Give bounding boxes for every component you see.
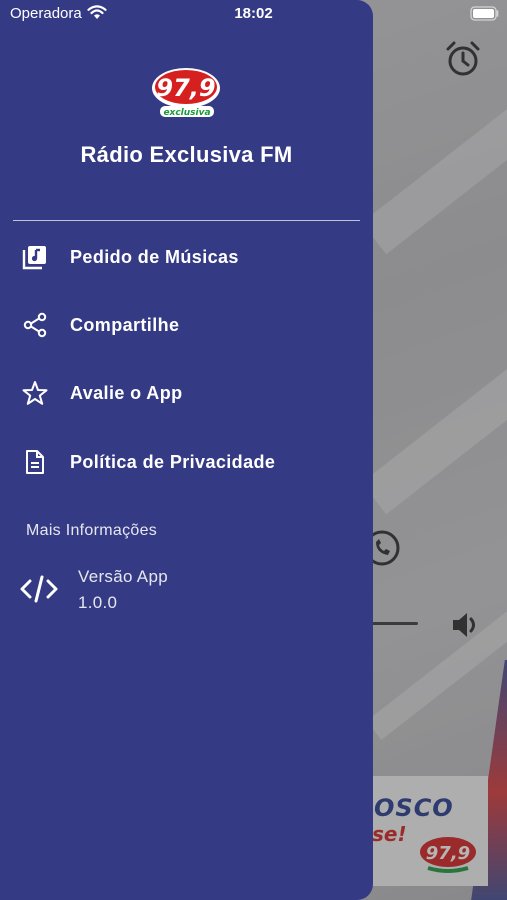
app-title: Rádio Exclusiva FM — [80, 142, 293, 167]
status-time: 18:02 — [234, 5, 273, 22]
svg-text:exclusiva: exclusiva — [163, 108, 210, 118]
menu-item-privacy-policy[interactable]: Política de Privacidade — [0, 432, 373, 492]
music-library-icon — [22, 246, 46, 270]
menu-item-label: Compartilhe — [70, 314, 180, 335]
star-icon — [22, 381, 48, 405]
menu-item-share[interactable]: Compartilhe — [0, 295, 373, 355]
menu-item-rate-app[interactable]: Avalie o App — [0, 363, 373, 423]
divider — [13, 220, 360, 221]
radio-logo: 97,9 exclusiva — [152, 68, 220, 118]
svg-text:97,9: 97,9 — [156, 74, 215, 102]
document-icon — [26, 450, 44, 474]
battery-icon — [470, 6, 499, 21]
section-header-more-info: Mais Informações — [26, 522, 158, 539]
menu-item-song-request[interactable]: Pedido de Músicas — [0, 227, 373, 287]
menu-item-label: Pedido de Músicas — [70, 246, 239, 267]
version-number: 1.0.0 — [78, 593, 118, 612]
navigation-drawer: 97,9 exclusiva Rádio Exclusiva FM Pedido… — [0, 0, 373, 900]
menu-item-label: Política de Privacidade — [70, 451, 276, 472]
share-icon — [23, 312, 47, 338]
code-icon — [20, 575, 58, 603]
menu-item-label: Avalie o App — [70, 382, 183, 403]
version-label: Versão App — [78, 567, 168, 586]
status-bar: Operadora 18:02 — [0, 0, 507, 28]
